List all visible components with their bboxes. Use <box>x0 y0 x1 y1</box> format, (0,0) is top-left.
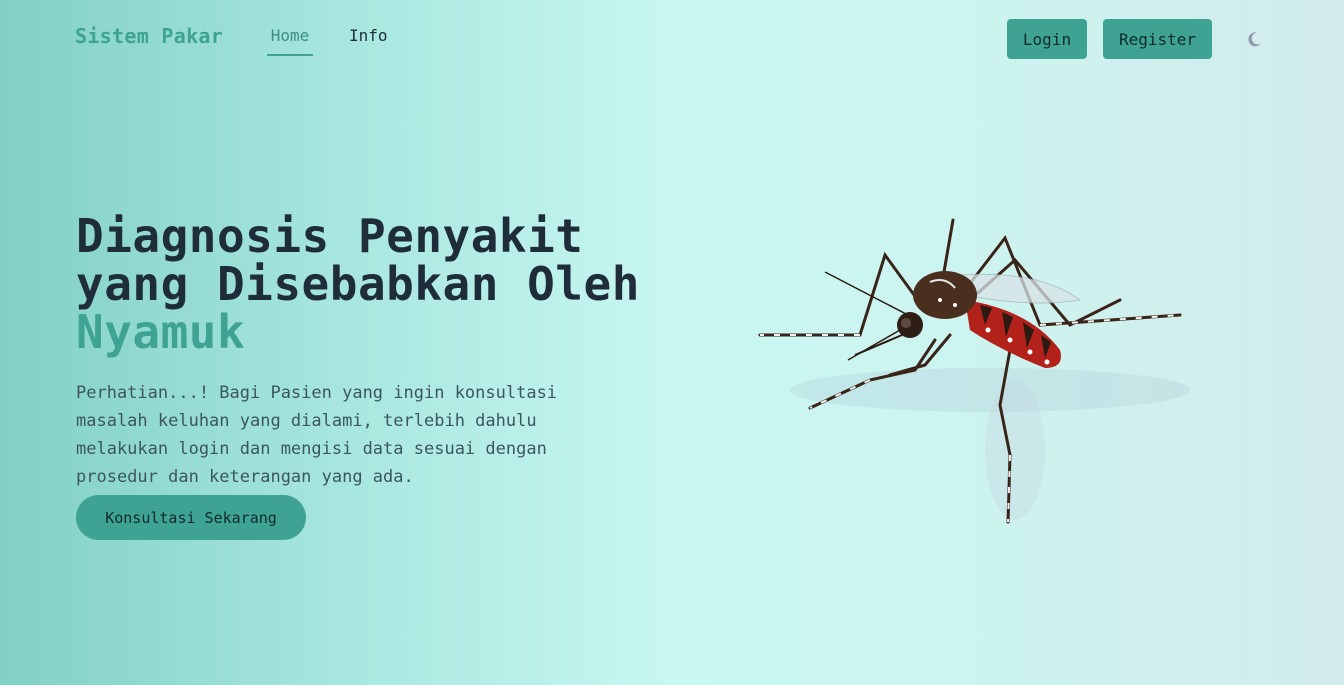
hero-title-line-1: Diagnosis Penyakit <box>76 209 584 263</box>
navbar: Sistem Pakar Home Info Login Register <box>0 0 1344 80</box>
hero-description: Perhatian...! Bagi Pasien yang ingin kon… <box>76 383 558 487</box>
hero-title-line-2: yang Disebabkan Oleh <box>76 257 640 311</box>
nav-link-info[interactable]: Info <box>349 26 388 45</box>
brand-logo[interactable]: Sistem Pakar <box>75 24 223 48</box>
hero-title-accent: Nyamuk <box>76 305 246 359</box>
hero-title: Diagnosis Penyakit yang Disebabkan Oleh … <box>76 212 640 356</box>
mosquito-illustration <box>740 200 1210 540</box>
login-button[interactable]: Login <box>1007 19 1087 59</box>
nav-link-home[interactable]: Home <box>267 26 313 56</box>
moon-icon[interactable] <box>1244 29 1264 49</box>
register-button[interactable]: Register <box>1103 19 1212 59</box>
consult-now-button[interactable]: Konsultasi Sekarang <box>76 495 306 540</box>
